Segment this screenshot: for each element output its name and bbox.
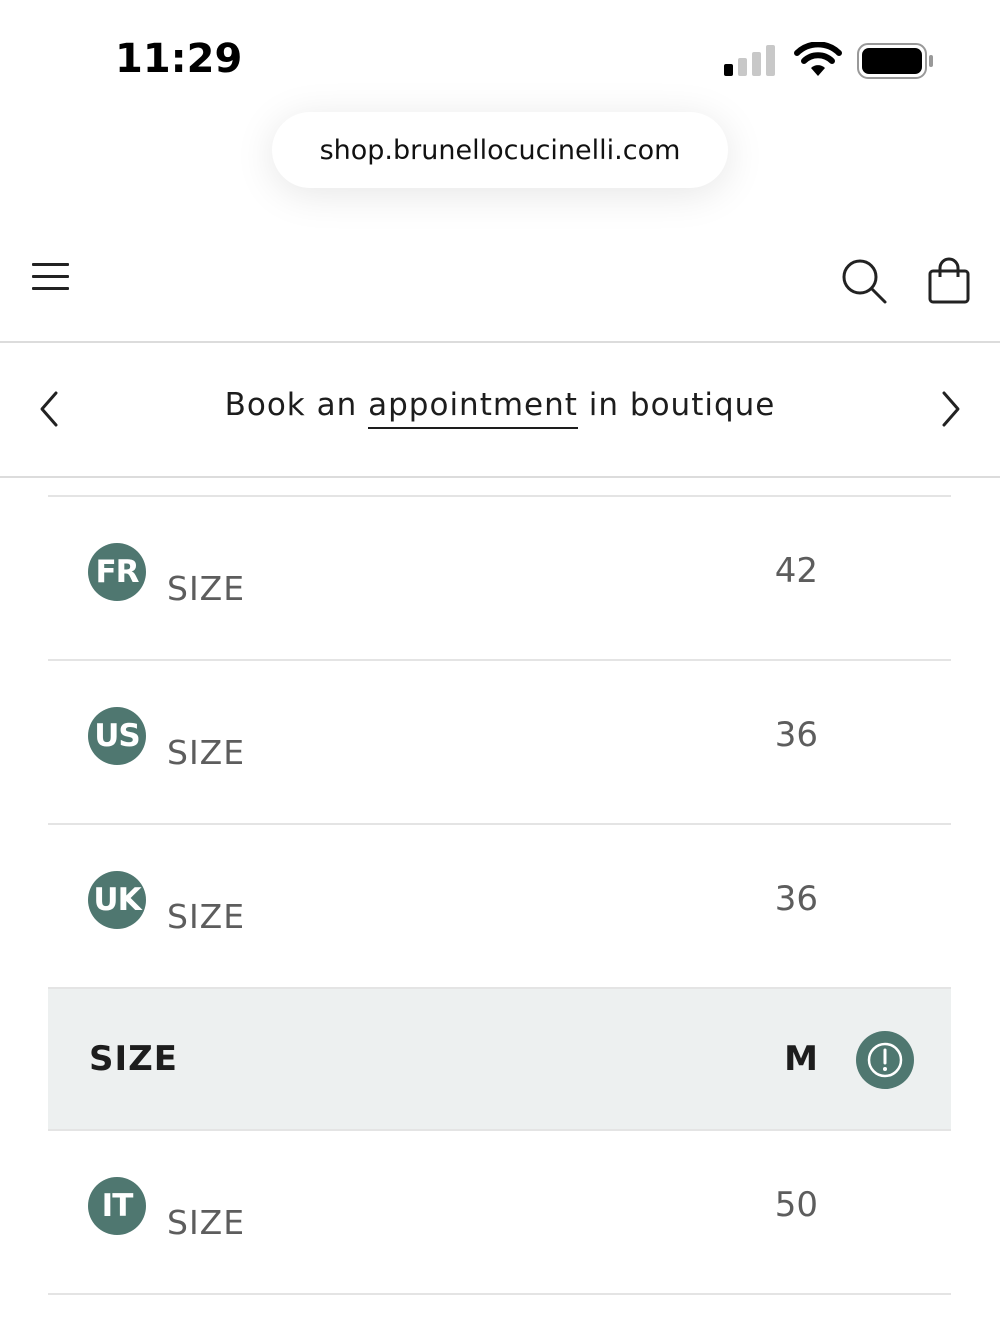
size-conversion-table: FR SIZE 42 US SIZE 36 UK SIZE 36 SIZE M [48, 495, 951, 1295]
size-row-it[interactable]: IT SIZE 50 [48, 1129, 951, 1295]
appointment-link[interactable]: appointment [368, 387, 578, 429]
banner-text: Book an appointment in boutique [0, 387, 1000, 429]
battery-icon [857, 43, 933, 79]
size-row-us[interactable]: US SIZE 36 [48, 659, 951, 823]
flag-badge-fr: FR [88, 543, 146, 601]
banner-divider [0, 476, 1000, 478]
flag-badge-uk: UK [88, 871, 146, 929]
size-row-fr[interactable]: FR SIZE 42 [48, 495, 951, 659]
banner-text-before: Book an [224, 387, 369, 423]
wifi-icon [794, 42, 842, 76]
size-row-uk[interactable]: UK SIZE 36 [48, 823, 951, 987]
chevron-right-icon[interactable] [936, 389, 966, 429]
site-header [0, 215, 1000, 342]
size-label: SIZE [167, 897, 246, 936]
exclamation-circle-icon [867, 1042, 903, 1078]
page: 11:29 shop.brunellocucinelli.com Book an… [0, 0, 1000, 1333]
flag-badge-it: IT [88, 1177, 146, 1235]
size-value: 50 [774, 1185, 818, 1225]
menu-icon[interactable] [32, 261, 70, 293]
cellular-signal-icon [724, 45, 775, 76]
size-label: SIZE [167, 1203, 246, 1242]
banner-text-after: in boutique [577, 387, 776, 423]
selected-size-label: SIZE [89, 1039, 179, 1079]
status-time: 11:29 [115, 36, 243, 82]
size-value: 42 [774, 551, 818, 591]
status-bar: 11:29 [0, 0, 1000, 110]
flag-badge-us: US [88, 707, 146, 765]
shopping-bag-icon[interactable] [926, 257, 972, 305]
size-value: 36 [774, 715, 818, 755]
size-label: SIZE [167, 733, 246, 772]
address-bar[interactable]: shop.brunellocucinelli.com [272, 112, 728, 188]
appointment-banner: Book an appointment in boutique [0, 343, 1000, 476]
selected-size-value: M [784, 1039, 818, 1079]
size-label: SIZE [167, 569, 246, 608]
size-row-selected[interactable]: SIZE M [48, 987, 951, 1129]
info-icon[interactable] [856, 1031, 914, 1089]
search-icon[interactable] [840, 257, 888, 305]
size-value: 36 [774, 879, 818, 919]
